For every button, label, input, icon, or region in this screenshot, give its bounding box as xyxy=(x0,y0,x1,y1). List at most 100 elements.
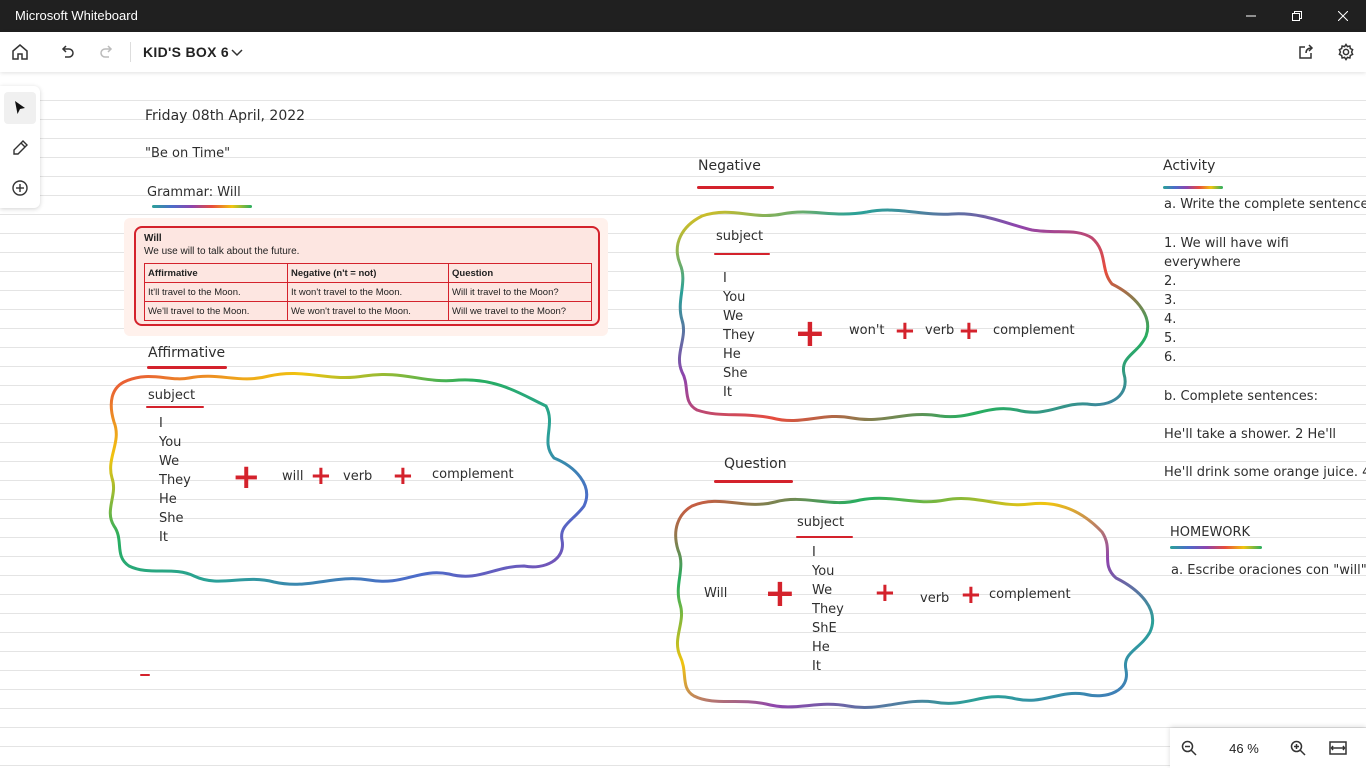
subject-underline xyxy=(796,536,853,538)
pen-tool-button[interactable] xyxy=(4,132,36,164)
close-button[interactable] xyxy=(1320,0,1366,32)
table-cell: It won't travel to the Moon. xyxy=(287,282,449,302)
affirmative-heading[interactable]: Affirmative xyxy=(148,345,225,361)
zoom-in-icon xyxy=(1290,740,1306,756)
activity-heading[interactable]: Activity xyxy=(1163,158,1215,174)
question-complement[interactable]: complement xyxy=(989,587,1071,602)
question-cloud xyxy=(674,496,1155,710)
share-button[interactable] xyxy=(1292,38,1320,66)
plus-sign: + xyxy=(232,457,261,497)
plus-sign: + xyxy=(794,311,826,355)
negative-pronoun-list[interactable]: I You We They He She It xyxy=(723,269,755,402)
pronoun: You xyxy=(723,290,746,305)
card-title: Will xyxy=(144,233,162,244)
app-toolbar: KID'S BOX 6 xyxy=(0,32,1366,72)
motto-note[interactable]: "Be on Time" xyxy=(145,146,230,161)
tool-rail xyxy=(0,86,40,208)
board-name[interactable]: KID'S BOX 6 xyxy=(143,44,229,60)
plus-sign: + xyxy=(310,461,332,491)
affirmative-underline xyxy=(147,366,227,369)
question-heading[interactable]: Question xyxy=(724,456,787,472)
share-icon xyxy=(1299,44,1314,59)
pronoun: It xyxy=(812,659,821,674)
affirmative-aux[interactable]: will xyxy=(282,469,303,484)
restore-button[interactable] xyxy=(1274,0,1320,32)
negative-heading[interactable]: Negative xyxy=(698,158,761,174)
negative-aux[interactable]: won't xyxy=(849,323,885,338)
grammar-card-image[interactable]: Will We use will to talk about the futur… xyxy=(124,218,608,336)
zoom-out-button[interactable] xyxy=(1175,734,1203,762)
subject-underline xyxy=(146,406,204,408)
undo-icon xyxy=(61,45,74,58)
negative-complement[interactable]: complement xyxy=(993,323,1075,338)
question-subject-label[interactable]: subject xyxy=(797,515,844,530)
table-header: Question xyxy=(448,263,592,283)
card-subtitle: We use will to talk about the future. xyxy=(144,246,300,257)
home-button[interactable] xyxy=(6,38,34,66)
minimize-button[interactable] xyxy=(1228,0,1274,32)
affirmative-complement[interactable]: complement xyxy=(432,467,514,482)
table-cell: Will it travel to the Moon? xyxy=(448,282,592,302)
gear-icon xyxy=(1338,43,1354,61)
negative-subject-label[interactable]: subject xyxy=(716,229,763,244)
board-menu-button[interactable] xyxy=(223,38,251,66)
minimize-icon xyxy=(1246,15,1256,17)
homework-heading[interactable]: HOMEWORK xyxy=(1170,525,1250,540)
plus-circle-icon xyxy=(12,180,28,196)
grammar-underline xyxy=(152,205,252,208)
activity-line-1[interactable]: He'll take a shower. 2 He'll xyxy=(1164,427,1336,442)
question-verb[interactable]: verb xyxy=(920,591,949,606)
activity-instruction-a[interactable]: a. Write the complete sentence xyxy=(1164,197,1366,212)
pronoun: ShE xyxy=(812,621,837,636)
pronoun: We xyxy=(723,309,744,324)
grammar-heading[interactable]: Grammar: Will xyxy=(147,185,241,200)
negative-underline xyxy=(697,186,774,189)
activity-item: 6. xyxy=(1164,350,1177,365)
plus-sign: + xyxy=(958,316,980,346)
affirmative-verb[interactable]: verb xyxy=(343,469,372,484)
redo-button[interactable] xyxy=(93,38,121,66)
homework-underline xyxy=(1170,546,1262,549)
table-header: Negative (n't = not) xyxy=(287,263,449,283)
fit-to-screen-button[interactable] xyxy=(1324,734,1352,762)
table-row: We'll travel to the Moon. We won't trave… xyxy=(144,301,592,321)
fit-screen-icon xyxy=(1329,741,1347,755)
activity-item: 5. xyxy=(1164,331,1177,346)
redo-icon xyxy=(100,45,113,58)
question-underline xyxy=(714,480,793,483)
affirmative-subject-label[interactable]: subject xyxy=(148,388,195,403)
add-content-button[interactable] xyxy=(4,172,36,204)
table-cell: We'll travel to the Moon. xyxy=(144,301,288,321)
pronoun: He xyxy=(812,640,830,655)
undo-button[interactable] xyxy=(53,38,81,66)
select-tool-button[interactable] xyxy=(4,92,36,124)
activity-underline xyxy=(1163,186,1223,189)
activity-instruction-b[interactable]: b. Complete sentences: xyxy=(1164,389,1318,404)
plus-sign: + xyxy=(960,580,982,610)
subject-underline xyxy=(714,253,770,255)
pronoun: He xyxy=(159,492,177,507)
pronoun: They xyxy=(812,602,844,617)
affirmative-pronoun-list[interactable]: I You We They He She It xyxy=(159,414,191,547)
question-aux[interactable]: Will xyxy=(704,586,727,601)
zoom-out-icon xyxy=(1181,740,1197,756)
activity-line-2[interactable]: He'll drink some orange juice. 4 xyxy=(1164,465,1366,480)
whiteboard-canvas[interactable]: Friday 08th April, 2022 "Be on Time" Gra… xyxy=(0,72,1366,768)
restore-icon xyxy=(1292,11,1302,21)
homework-instruction[interactable]: a. Escribe oraciones con "will" o xyxy=(1171,563,1366,578)
table-cell: Will we travel to the Moon? xyxy=(448,301,592,321)
pronoun: We xyxy=(159,454,180,469)
negative-verb[interactable]: verb xyxy=(925,323,954,338)
pronoun: You xyxy=(812,564,835,579)
settings-button[interactable] xyxy=(1332,38,1360,66)
pronoun: I xyxy=(812,545,816,560)
activity-item: 4. xyxy=(1164,312,1177,327)
plus-sign: + xyxy=(894,316,916,346)
activity-item-list[interactable]: 1. We will have wifi everywhere 2. 3. 4.… xyxy=(1164,234,1366,367)
question-pronoun-list[interactable]: I You We They ShE He It xyxy=(812,543,844,676)
date-note[interactable]: Friday 08th April, 2022 xyxy=(145,108,305,124)
pronoun: They xyxy=(159,473,191,488)
chevron-down-icon xyxy=(231,49,243,57)
activity-item: 3. xyxy=(1164,293,1177,308)
zoom-in-button[interactable] xyxy=(1284,734,1312,762)
